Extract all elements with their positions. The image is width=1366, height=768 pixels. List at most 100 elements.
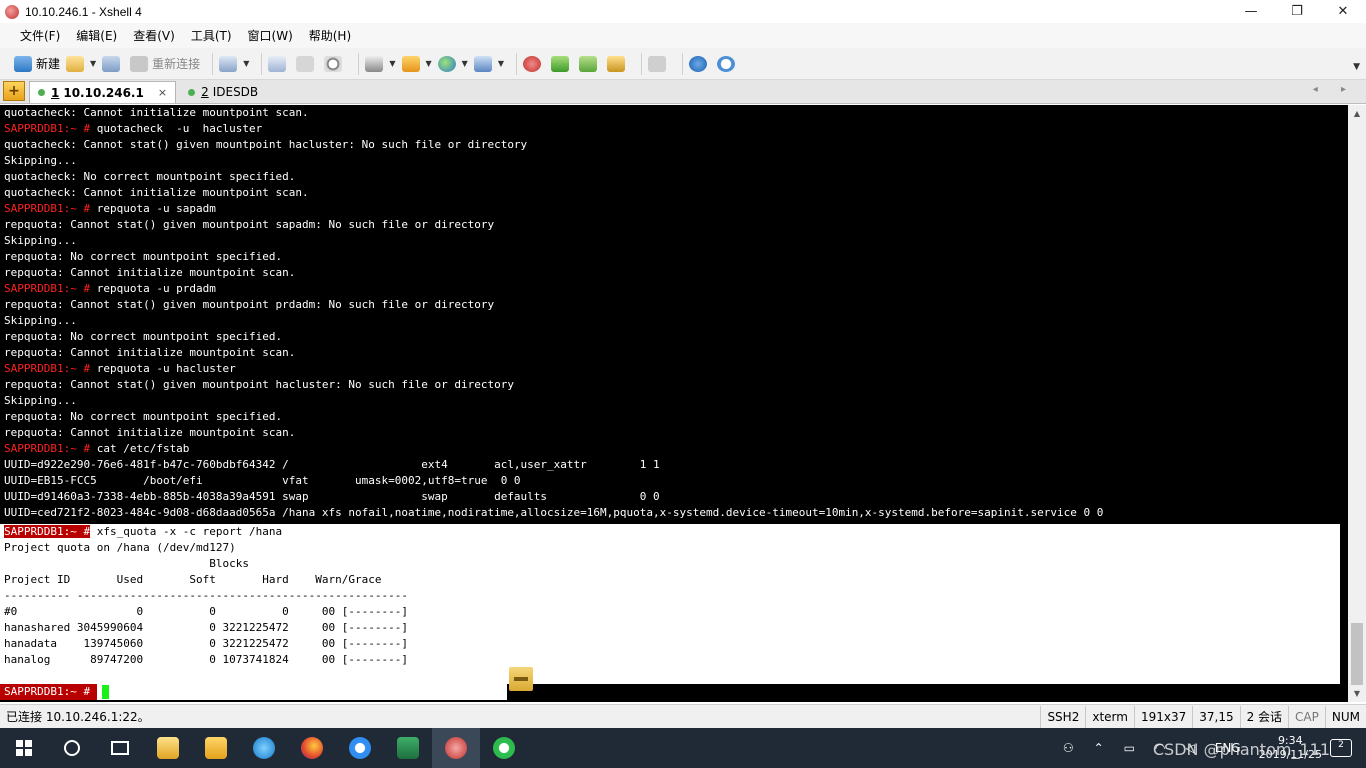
tab-label: 10.10.246.1 <box>63 85 144 100</box>
network-icon[interactable]: ▭ <box>1124 741 1135 755</box>
terminal-line: repquota: Cannot initialize mountpoint s… <box>0 425 1348 441</box>
xshell-icon <box>445 737 467 759</box>
taskbar-app-mail[interactable] <box>144 728 192 768</box>
print-button[interactable]: ▼ <box>365 52 396 76</box>
taskbar-app-firefox[interactable] <box>288 728 336 768</box>
shell-prompt: SAPPRDDB1:~ # <box>4 442 91 455</box>
terminal-text: repquota: Cannot initialize mountpoint s… <box>4 426 296 439</box>
task-view-button[interactable] <box>96 728 144 768</box>
tab-session-1[interactable]: 1 10.10.246.1 × <box>29 81 177 103</box>
terminal-line: Skipping... <box>0 153 1348 169</box>
terminal-text: repquota: Cannot stat() given mountpoint… <box>4 218 495 231</box>
vertical-scrollbar[interactable]: ▲ ▼ <box>1348 105 1366 702</box>
terminal-text: ---------- -----------------------------… <box>4 589 408 602</box>
reconnect-button[interactable]: 重新连接 <box>130 52 200 76</box>
internet-explorer-icon <box>253 737 275 759</box>
keyboard-button[interactable] <box>647 52 670 76</box>
scrollbar-thumb[interactable] <box>1351 623 1363 685</box>
windows-taskbar: ⚇ ⌃ ▭ ◠ ◁ ENG 9:34 2019/11/25 2 <box>0 728 1366 768</box>
search-button[interactable] <box>48 728 96 768</box>
text-cursor <box>102 685 109 699</box>
toolbar-divider <box>358 52 360 75</box>
link-button[interactable] <box>102 52 124 76</box>
shell-prompt: SAPPRDDB1:~ # <box>4 525 91 538</box>
menu-edit[interactable]: 编辑(E) <box>76 27 117 44</box>
new-session-button[interactable]: 新建 <box>14 52 60 76</box>
people-icon[interactable]: ⚇ <box>1063 741 1074 755</box>
task-view-icon <box>111 741 129 755</box>
tab-number: 1 <box>51 85 60 100</box>
close-tab-icon[interactable]: × <box>158 86 167 99</box>
clock[interactable]: 9:34 2019/11/25 <box>1259 734 1322 762</box>
terminal-output[interactable]: quotacheck: Cannot initialize mountpoint… <box>0 105 1348 702</box>
add-session-icon[interactable]: + <box>3 81 25 101</box>
menu-tools[interactable]: 工具(T) <box>191 27 232 44</box>
terminal-text: hanadata 139745060 0 3221225472 00 [----… <box>4 637 408 650</box>
terminal-line: repquota: Cannot stat() given mountpoint… <box>0 217 1348 233</box>
properties-button[interactable]: ▼ <box>219 52 249 76</box>
close-button[interactable]: ✕ <box>1320 0 1366 23</box>
find-button[interactable] <box>324 52 346 76</box>
terminal-line: repquota: No correct mountpoint specifie… <box>0 409 1348 425</box>
paste-button[interactable] <box>296 52 318 76</box>
new-session-label: 新建 <box>36 57 61 71</box>
shell-prompt: SAPPRDDB1:~ # <box>4 122 91 135</box>
grid-icon <box>578 55 597 72</box>
input-language[interactable]: ENG <box>1215 741 1241 755</box>
open-folder-button[interactable]: ▼ <box>66 52 96 76</box>
menu-help[interactable]: 帮助(H) <box>309 27 351 44</box>
volume-icon[interactable]: ◁ <box>1186 741 1195 755</box>
wifi-icon[interactable]: ◠ <box>1155 741 1165 755</box>
scroll-down-icon[interactable]: ▼ <box>1348 685 1366 702</box>
taskbar-app-wechat[interactable] <box>480 728 528 768</box>
chevron-down-icon: ▼ <box>243 59 250 68</box>
terminal-text: repquota: Cannot stat() given mountpoint… <box>4 378 514 391</box>
taskbar-app-xshell[interactable] <box>432 728 480 768</box>
tab-label: IDESDB <box>212 85 259 99</box>
minimize-button[interactable]: — <box>1228 0 1274 23</box>
taskbar-app-excel[interactable] <box>384 728 432 768</box>
terminal-line: repquota: No correct mountpoint specifie… <box>0 329 1348 345</box>
menu-view[interactable]: 查看(V) <box>133 27 175 44</box>
folder-icon <box>66 55 85 72</box>
terminal-type: xterm <box>1085 705 1134 728</box>
menu-file[interactable]: 文件(F) <box>20 27 60 44</box>
tab-session-2[interactable]: 2 IDESDB <box>180 81 266 103</box>
help-button[interactable] <box>688 52 711 76</box>
toolbar-divider <box>515 52 517 75</box>
chat-button[interactable] <box>716 52 739 76</box>
terminal-line: Blocks <box>0 556 1340 572</box>
font-button[interactable]: ▼ <box>473 52 504 76</box>
terminal-text: xfs_quota -x -c report /hana <box>90 525 283 538</box>
taskbar-app-feishu[interactable] <box>336 728 384 768</box>
taskbar-app-explorer[interactable] <box>192 728 240 768</box>
terminal-text: UUID=d91460a3-7338-4ebb-885b-4038a39a459… <box>4 490 660 503</box>
start-button[interactable] <box>0 728 48 768</box>
chevron-up-icon[interactable]: ⌃ <box>1094 741 1104 755</box>
status-bar: 已连接 10.10.246.1:22。 SSH2 xterm 191x37 37… <box>0 704 1366 728</box>
xshell-button[interactable] <box>522 52 545 76</box>
menu-window[interactable]: 窗口(W) <box>248 27 293 44</box>
taskbar-app-ie[interactable] <box>240 728 288 768</box>
xftp-button[interactable] <box>550 52 573 76</box>
transfer-button[interactable]: ▼ <box>401 52 432 76</box>
terminal-line: quotacheck: Cannot initialize mountpoint… <box>0 105 1348 121</box>
toolbar-overflow-icon[interactable]: ▼ <box>1353 62 1360 72</box>
globe-button[interactable]: ▼ <box>437 52 468 76</box>
layout-button[interactable] <box>578 52 601 76</box>
notification-center-icon[interactable]: 2 <box>1330 739 1352 757</box>
shell-prompt: SAPPRDDB1:~ # <box>4 362 91 375</box>
terminal-text: repquota -u prdadm <box>90 282 216 295</box>
paste-icon <box>296 55 315 72</box>
connection-status: 已连接 10.10.246.1:22。 <box>6 710 150 724</box>
copy-button[interactable] <box>268 52 290 76</box>
search-icon <box>324 55 343 72</box>
scroll-up-icon[interactable]: ▲ <box>1348 105 1366 122</box>
lock-button[interactable] <box>606 52 629 76</box>
tab-scroll-arrows[interactable]: ◂ ▸ <box>1313 84 1356 95</box>
window-controls: — ❐ ✕ <box>1228 0 1366 23</box>
terminal-text: quotacheck: Cannot initialize mountpoint… <box>4 106 309 119</box>
maximize-button[interactable]: ❐ <box>1274 0 1320 23</box>
scroll-lock-icon[interactable] <box>509 667 533 691</box>
terminal-text: repquota: Cannot stat() given mountpoint… <box>4 298 495 311</box>
